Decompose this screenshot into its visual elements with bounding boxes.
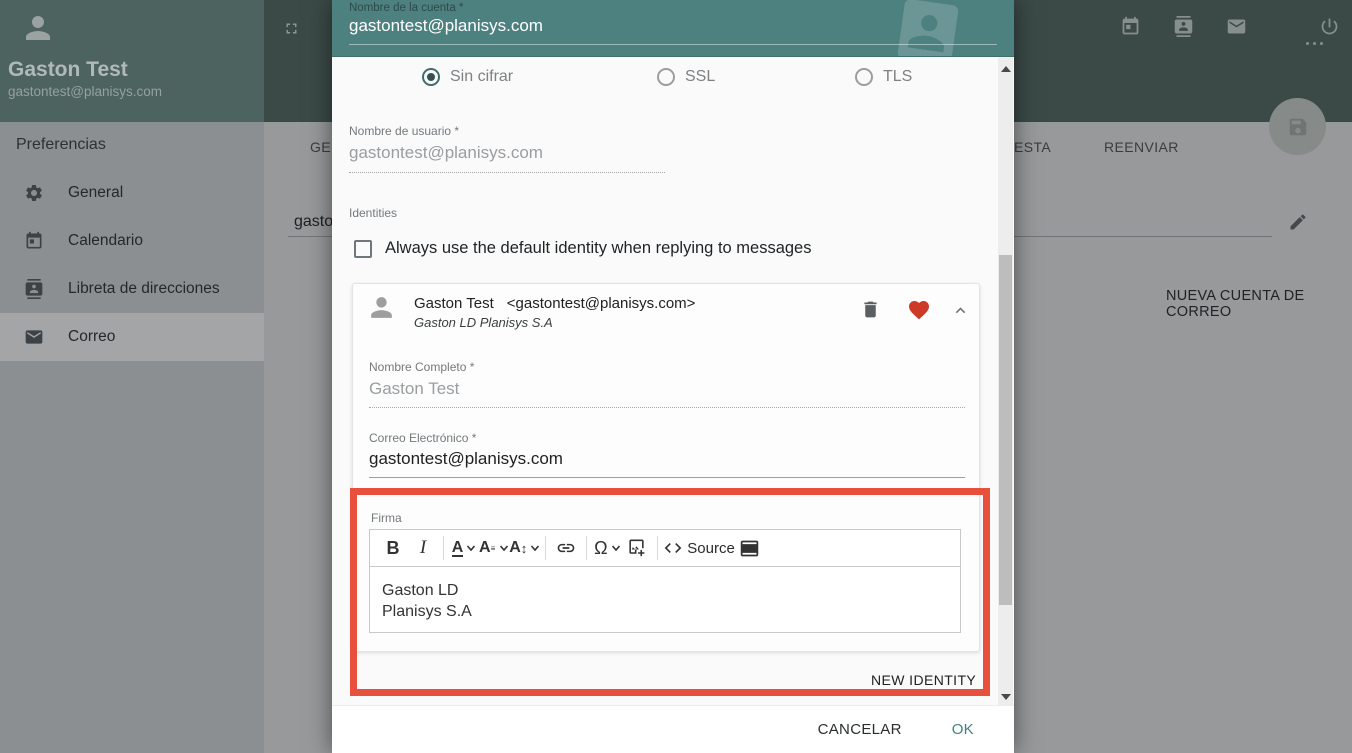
bold-button[interactable]: B bbox=[378, 533, 408, 563]
contacts-icon bbox=[24, 279, 44, 299]
account-row-text: gasto bbox=[294, 213, 333, 231]
username-label: Nombre de usuario * bbox=[349, 124, 459, 138]
ok-button[interactable]: OK bbox=[952, 721, 974, 738]
sidebar-item-libreta[interactable]: Libreta de direcciones bbox=[0, 265, 264, 313]
identity-display-email: <gastontest@planisys.com> bbox=[507, 295, 696, 312]
signature-line: Gaston LD bbox=[382, 580, 948, 601]
save-fab[interactable] bbox=[1269, 98, 1326, 155]
username-underline bbox=[349, 172, 665, 173]
radio-sin-cifrar[interactable]: Sin cifrar bbox=[422, 68, 513, 86]
delete-identity-icon[interactable] bbox=[860, 299, 881, 320]
radio-tls[interactable]: TLS bbox=[855, 68, 912, 86]
logout-power-icon[interactable] bbox=[1319, 16, 1340, 37]
identity-avatar-icon bbox=[366, 292, 397, 323]
sidebar-item-label: Correo bbox=[68, 328, 115, 346]
insert-image-button[interactable] bbox=[622, 533, 652, 563]
radio-icon bbox=[422, 68, 440, 86]
signature-line: Planisys S.A bbox=[382, 601, 948, 622]
full-name-underline bbox=[369, 407, 965, 408]
gear-icon bbox=[24, 183, 44, 203]
contacts-module-icon[interactable] bbox=[1173, 16, 1194, 37]
radio-icon bbox=[855, 68, 873, 86]
identity-email-label: Correo Electrónico * bbox=[369, 431, 476, 445]
html-embed-button[interactable] bbox=[735, 533, 765, 563]
full-name-input[interactable]: Gaston Test bbox=[369, 379, 459, 399]
link-button[interactable] bbox=[551, 533, 581, 563]
sidebar-item-general[interactable]: General bbox=[0, 169, 264, 217]
radio-icon bbox=[657, 68, 675, 86]
signature-label: Firma bbox=[371, 511, 402, 525]
overflow-dots-icon bbox=[1306, 42, 1323, 45]
checkbox-label: Always use the default identity when rep… bbox=[385, 239, 812, 258]
calendar-icon bbox=[24, 231, 44, 251]
font-size-button[interactable]: A↕ bbox=[509, 533, 540, 563]
identity-email-input[interactable]: gastontest@planisys.com bbox=[369, 449, 563, 469]
dialog-actions: CANCELAR OK bbox=[332, 705, 1014, 753]
tab-general-partial[interactable]: GE bbox=[310, 139, 331, 155]
mail-account-dialog: Nombre de la cuenta * gastontest@planisy… bbox=[332, 0, 1014, 753]
font-color-button[interactable]: A bbox=[449, 533, 479, 563]
account-name-label: Nombre de la cuenta * bbox=[349, 2, 463, 14]
sidebar-item-label: Libreta de direcciones bbox=[68, 280, 220, 298]
tab-reenviar[interactable]: REENVIAR bbox=[1104, 139, 1179, 155]
cancel-button[interactable]: CANCELAR bbox=[818, 721, 902, 738]
identity-organization: Gaston LD Planisys S.A bbox=[414, 315, 553, 330]
identities-section-label: Identities bbox=[349, 206, 397, 220]
sidebar-user-header: Gaston Test gastontest@planisys.com bbox=[0, 0, 264, 122]
identity-title: Gaston Test <gastontest@planisys.com> bbox=[414, 295, 695, 312]
radio-ssl[interactable]: SSL bbox=[657, 68, 715, 86]
sidebar-item-calendario[interactable]: Calendario bbox=[0, 217, 264, 265]
collapse-chevron-up-icon[interactable] bbox=[951, 301, 970, 320]
sidebar-item-label: General bbox=[68, 184, 123, 202]
fullscreen-icon[interactable] bbox=[283, 20, 300, 37]
account-input-underline bbox=[1014, 236, 1272, 237]
sidebar-item-correo[interactable]: Correo bbox=[0, 313, 264, 361]
default-identity-heart-icon[interactable] bbox=[907, 298, 931, 322]
full-name-label: Nombre Completo * bbox=[369, 360, 474, 374]
user-email: gastontest@planisys.com bbox=[8, 84, 162, 99]
checkbox-icon bbox=[354, 240, 372, 258]
webmail-preferences-screen: Gaston Test gastontest@planisys.com Pref… bbox=[0, 0, 1352, 753]
scroll-down-arrow[interactable] bbox=[1001, 694, 1011, 700]
identity-email-underline bbox=[369, 477, 965, 478]
user-avatar-icon bbox=[20, 10, 56, 46]
italic-button[interactable]: I bbox=[408, 533, 438, 563]
font-family-button[interactable]: A≡ bbox=[479, 533, 509, 563]
account-input-underline bbox=[288, 236, 332, 237]
dialog-header: Nombre de la cuenta * gastontest@planisy… bbox=[332, 0, 1014, 57]
calendar-module-icon[interactable] bbox=[1120, 16, 1141, 37]
mail-module-icon[interactable] bbox=[1226, 16, 1247, 37]
tab-respuesta-partial[interactable]: ESTA bbox=[1014, 139, 1051, 155]
signature-editor[interactable]: Gaston LD Planisys S.A bbox=[369, 566, 961, 633]
username-input[interactable]: gastontest@planisys.com bbox=[349, 143, 543, 163]
signature-editor-toolbar: B I A A≡ A↕ Ω Source bbox=[369, 529, 961, 567]
new-identity-button[interactable]: NEW IDENTITY bbox=[857, 664, 990, 696]
contact-badge-watermark-icon bbox=[887, 0, 969, 57]
edit-pencil-icon[interactable] bbox=[1288, 212, 1308, 232]
identity-card: Gaston Test <gastontest@planisys.com> Gas… bbox=[352, 283, 980, 652]
sidebar-item-label: Calendario bbox=[68, 232, 143, 250]
new-mail-account-button[interactable]: NUEVA CUENTA DE CORREO bbox=[1166, 288, 1352, 320]
preferences-sidebar: Preferencias General Calendario Libreta … bbox=[0, 122, 264, 753]
sidebar-heading: Preferencias bbox=[16, 136, 106, 154]
account-name-input[interactable]: gastontest@planisys.com bbox=[349, 16, 543, 36]
floppy-save-icon bbox=[1287, 116, 1309, 138]
source-button[interactable]: Source bbox=[663, 533, 735, 563]
identity-display-name: Gaston Test bbox=[414, 295, 494, 312]
topbar-icons bbox=[1120, 16, 1340, 37]
dialog-scrollbar-thumb[interactable] bbox=[999, 255, 1012, 605]
user-display-name: Gaston Test bbox=[8, 58, 128, 82]
default-identity-checkbox-row[interactable]: Always use the default identity when rep… bbox=[354, 239, 812, 258]
mail-icon bbox=[24, 327, 44, 347]
special-character-button[interactable]: Ω bbox=[592, 533, 622, 563]
scroll-up-arrow[interactable] bbox=[1001, 66, 1011, 72]
